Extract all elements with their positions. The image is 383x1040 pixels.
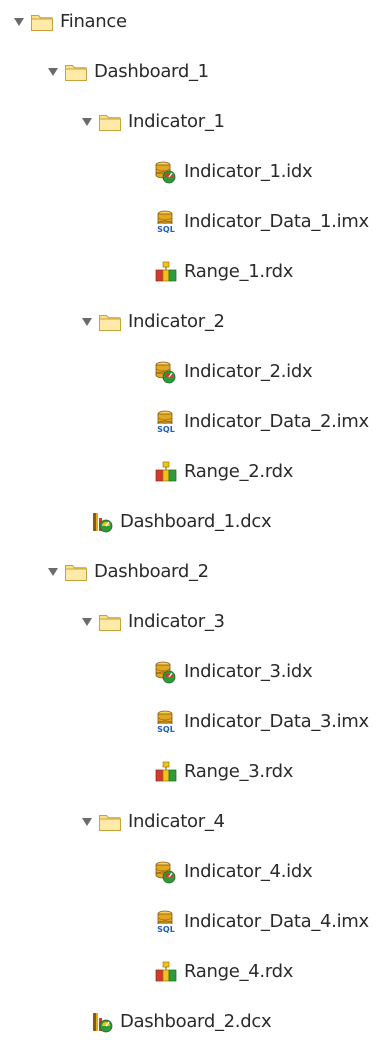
tree-item-label: Indicator_Data_3.imx — [184, 711, 369, 732]
sql-database-icon: SQL — [154, 910, 178, 934]
indicator-file-icon — [154, 360, 178, 384]
expand-triangle-icon[interactable] — [80, 815, 94, 829]
indicator-file-icon — [154, 160, 178, 184]
folder-icon — [98, 310, 122, 334]
tree-folder-row[interactable]: Indicator_2 — [80, 304, 225, 340]
svg-text:SQL: SQL — [157, 425, 175, 434]
folder-icon — [98, 110, 122, 134]
tree-file-row[interactable]: SQL Indicator_Data_1.imx — [80, 204, 369, 240]
expand-triangle-icon[interactable] — [80, 315, 94, 329]
tree-folder-row[interactable]: Indicator_3 — [80, 604, 225, 640]
tree-file-row[interactable]: SQL Indicator_Data_2.imx — [80, 404, 369, 440]
range-file-icon — [154, 760, 178, 784]
tree-item-label: Dashboard_1 — [94, 61, 209, 82]
tree-folder-row[interactable]: Dashboard_2 — [46, 554, 209, 590]
tree-file-row[interactable]: Indicator_1.idx — [80, 154, 313, 190]
tree-file-row[interactable]: Range_4.rdx — [80, 954, 293, 990]
tree-file-row[interactable]: Dashboard_1.dcx — [46, 504, 272, 540]
expand-triangle-icon[interactable] — [46, 65, 60, 79]
tree-item-label: Indicator_1.idx — [184, 161, 313, 182]
tree-item-label: Indicator_Data_2.imx — [184, 411, 369, 432]
svg-text:SQL: SQL — [157, 725, 175, 734]
folder-icon — [30, 10, 54, 34]
folder-icon — [64, 560, 88, 584]
tree-file-row[interactable]: Range_1.rdx — [80, 254, 293, 290]
dashboard-file-icon — [90, 510, 114, 534]
tree-folder-row[interactable]: Finance — [12, 4, 127, 40]
tree-file-row[interactable]: Dashboard_2.dcx — [46, 1004, 272, 1040]
range-file-icon — [154, 460, 178, 484]
indicator-file-icon — [154, 860, 178, 884]
tree-item-label: Indicator_4.idx — [184, 861, 313, 882]
tree-item-label: Indicator_3 — [128, 611, 225, 632]
tree-item-label: Dashboard_1.dcx — [120, 511, 272, 532]
expand-triangle-icon[interactable] — [80, 615, 94, 629]
svg-text:SQL: SQL — [157, 925, 175, 934]
tree-item-label: Range_1.rdx — [184, 261, 294, 282]
tree-folder-row[interactable]: Indicator_4 — [80, 804, 225, 840]
svg-text:SQL: SQL — [157, 225, 175, 234]
tree-file-row[interactable]: SQL Indicator_Data_4.imx — [80, 904, 369, 940]
tree-item-label: Finance — [60, 11, 127, 32]
tree-file-row[interactable]: SQL Indicator_Data_3.imx — [80, 704, 369, 740]
tree-item-label: Range_4.rdx — [184, 961, 294, 982]
folder-icon — [64, 60, 88, 84]
range-file-icon — [154, 960, 178, 984]
tree-item-label: Indicator_2 — [128, 311, 225, 332]
tree-item-label: Indicator_2.idx — [184, 361, 313, 382]
tree-item-label: Indicator_1 — [128, 111, 225, 132]
tree-item-label: Range_2.rdx — [184, 461, 294, 482]
tree-item-label: Indicator_4 — [128, 811, 225, 832]
tree-item-label: Range_3.rdx — [184, 761, 294, 782]
sql-database-icon: SQL — [154, 410, 178, 434]
tree-folder-row[interactable]: Dashboard_1 — [46, 54, 209, 90]
tree-item-label: Indicator_3.idx — [184, 661, 313, 682]
dashboard-file-icon — [90, 1010, 114, 1034]
expand-triangle-icon[interactable] — [46, 565, 60, 579]
tree-file-row[interactable]: Indicator_3.idx — [80, 654, 313, 690]
folder-icon — [98, 610, 122, 634]
folder-icon — [98, 810, 122, 834]
indicator-file-icon — [154, 660, 178, 684]
tree-file-row[interactable]: Indicator_4.idx — [80, 854, 313, 890]
tree-file-row[interactable]: Indicator_2.idx — [80, 354, 313, 390]
expand-triangle-icon[interactable] — [12, 15, 26, 29]
tree-file-row[interactable]: Range_3.rdx — [80, 754, 293, 790]
tree-item-label: Indicator_Data_4.imx — [184, 911, 369, 932]
tree-folder-row[interactable]: Indicator_1 — [80, 104, 225, 140]
sql-database-icon: SQL — [154, 710, 178, 734]
tree-file-row[interactable]: Range_2.rdx — [80, 454, 293, 490]
file-tree: Finance Dashboard_1 Indicator_1 Indicato… — [0, 0, 383, 1036]
range-file-icon — [154, 260, 178, 284]
tree-item-label: Dashboard_2.dcx — [120, 1011, 272, 1032]
tree-item-label: Indicator_Data_1.imx — [184, 211, 369, 232]
sql-database-icon: SQL — [154, 210, 178, 234]
expand-triangle-icon[interactable] — [80, 115, 94, 129]
tree-item-label: Dashboard_2 — [94, 561, 209, 582]
